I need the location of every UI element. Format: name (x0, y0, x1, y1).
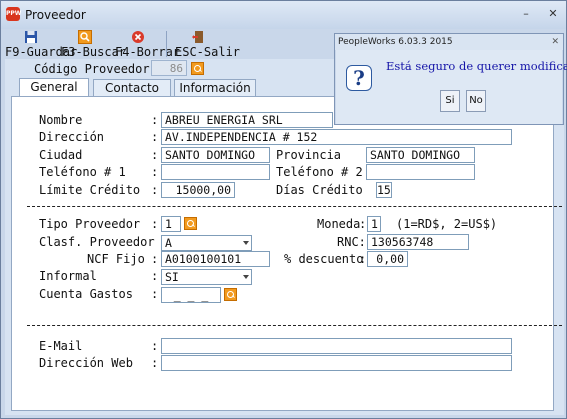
direccion-web-label: Dirección Web (39, 356, 133, 370)
colon: : (151, 183, 159, 197)
chevron-down-icon (243, 275, 249, 279)
exit-button[interactable]: ESC-Salir (175, 29, 240, 59)
ciudad-label: Ciudad (39, 148, 83, 162)
telefono1-field[interactable] (161, 164, 270, 180)
informal-dropdown[interactable]: SI (161, 269, 252, 285)
delete-button[interactable]: F4-Borrar (115, 29, 180, 59)
direccion-label: Dirección (39, 130, 105, 144)
toolbar-separator (166, 31, 167, 57)
colon: : (151, 252, 159, 266)
moneda-hint: (1=RD$, 2=US$) (396, 217, 498, 231)
rnc-label: RNC: (337, 235, 366, 249)
email-label: E-Mail (39, 339, 83, 353)
question-icon: ? (346, 65, 372, 91)
tipo-proveedor-field[interactable]: 1 (161, 216, 181, 232)
moneda-label: Moneda (317, 217, 361, 231)
telefono2-field[interactable] (366, 164, 475, 180)
main-window: PPW Proveedor – ✕ F9-Guardar F3-Buscar F… (0, 0, 567, 419)
tab-informacion[interactable]: Información (174, 79, 256, 96)
provincia-label: Provincia (276, 148, 342, 162)
nombre-field[interactable]: ABREU ENERGIA SRL (161, 112, 333, 128)
app-icon: PPW (6, 7, 21, 21)
dialog-message: Está seguro de querer modificar. (386, 59, 567, 73)
cuenta-gastos-lookup-button[interactable] (224, 288, 237, 301)
ciudad-field[interactable]: SANTO DOMINGO (161, 147, 270, 163)
search-button[interactable]: F3-Buscar (61, 29, 126, 59)
chevron-down-icon (243, 241, 249, 245)
informal-label: Informal (39, 269, 97, 283)
tipo-proveedor-label: Tipo Proveedor (39, 217, 141, 231)
dias-credito-field[interactable]: 15 (376, 182, 392, 198)
descuento-label: % descuento (284, 252, 364, 266)
section-divider (27, 206, 562, 207)
cuenta-gastos-field[interactable]: _ _ _ (161, 287, 221, 303)
telefono2-label: Teléfono # 2 (276, 165, 363, 179)
colon: : (359, 252, 367, 266)
descuento-field[interactable]: 0,00 (367, 251, 408, 267)
no-button[interactable]: No (466, 90, 486, 112)
dialog-title: PeopleWorks 6.03.3 2015 (335, 34, 563, 50)
ncf-fijo-label: NCF Fijo (87, 252, 145, 266)
colon: : (151, 148, 159, 162)
exit-door-icon (192, 31, 203, 43)
codigo-lookup-button[interactable] (191, 62, 204, 75)
colon: : (151, 165, 159, 179)
save-button[interactable]: F9-Guardar (5, 29, 77, 59)
close-window-button[interactable]: ✕ (544, 6, 562, 22)
delete-icon (132, 31, 144, 43)
clasf-proveedor-dropdown[interactable]: A (161, 235, 252, 251)
tab-contacto[interactable]: Contacto (93, 79, 171, 96)
delete-label: F4-Borrar (115, 45, 181, 59)
colon: : (359, 217, 367, 231)
tipo-proveedor-lookup-button[interactable] (184, 217, 197, 230)
colon: : (151, 130, 159, 144)
colon: : (151, 356, 159, 370)
direccion-field[interactable]: AV.INDEPENDENCIA # 152 (161, 129, 512, 145)
informal-value: SI (165, 270, 179, 284)
codigo-proveedor-label: Código Proveedor: (34, 62, 157, 76)
rnc-field[interactable]: 130563748 (367, 234, 469, 250)
clasf-proveedor-label: Clasf. Proveedor (39, 235, 155, 249)
dialog-close-icon[interactable]: ✕ (551, 34, 559, 50)
colon: : (151, 217, 159, 231)
limite-credito-label: Límite Crédito (39, 183, 141, 197)
floppy-disk-icon (25, 31, 37, 43)
codigo-proveedor-field[interactable]: 86 (151, 60, 187, 76)
colon: : (151, 269, 159, 283)
colon: : (151, 287, 159, 301)
nombre-label: Nombre (39, 113, 83, 127)
email-field[interactable] (161, 338, 512, 354)
ncf-fijo-field[interactable]: A0100100101 (161, 251, 270, 267)
tab-general[interactable]: General (19, 78, 89, 97)
direccion-web-field[interactable] (161, 355, 512, 371)
yes-button[interactable]: Si (440, 90, 460, 112)
window-title: Proveedor (25, 8, 86, 22)
limite-credito-field[interactable]: 15000,00 (161, 182, 235, 198)
provincia-field[interactable]: SANTO DOMINGO (366, 147, 475, 163)
dias-credito-label: Días Crédito (276, 183, 363, 197)
clasf-proveedor-value: A (165, 236, 172, 250)
title-bar: PPW Proveedor – ✕ (1, 1, 566, 29)
minimize-button[interactable]: – (517, 6, 535, 22)
moneda-field[interactable]: 1 (367, 216, 381, 232)
dialog-body: ? Está seguro de querer modificar. Si No (336, 50, 567, 124)
telefono1-label: Teléfono # 1 (39, 165, 126, 179)
section-divider (27, 325, 562, 326)
colon: : (151, 339, 159, 353)
exit-label: ESC-Salir (175, 45, 241, 59)
cuenta-gastos-label: Cuenta Gastos (39, 287, 133, 301)
search-icon (78, 30, 92, 44)
colon: : (151, 113, 159, 127)
confirm-dialog: PeopleWorks 6.03.3 2015 ✕ ? Está seguro … (334, 33, 567, 125)
